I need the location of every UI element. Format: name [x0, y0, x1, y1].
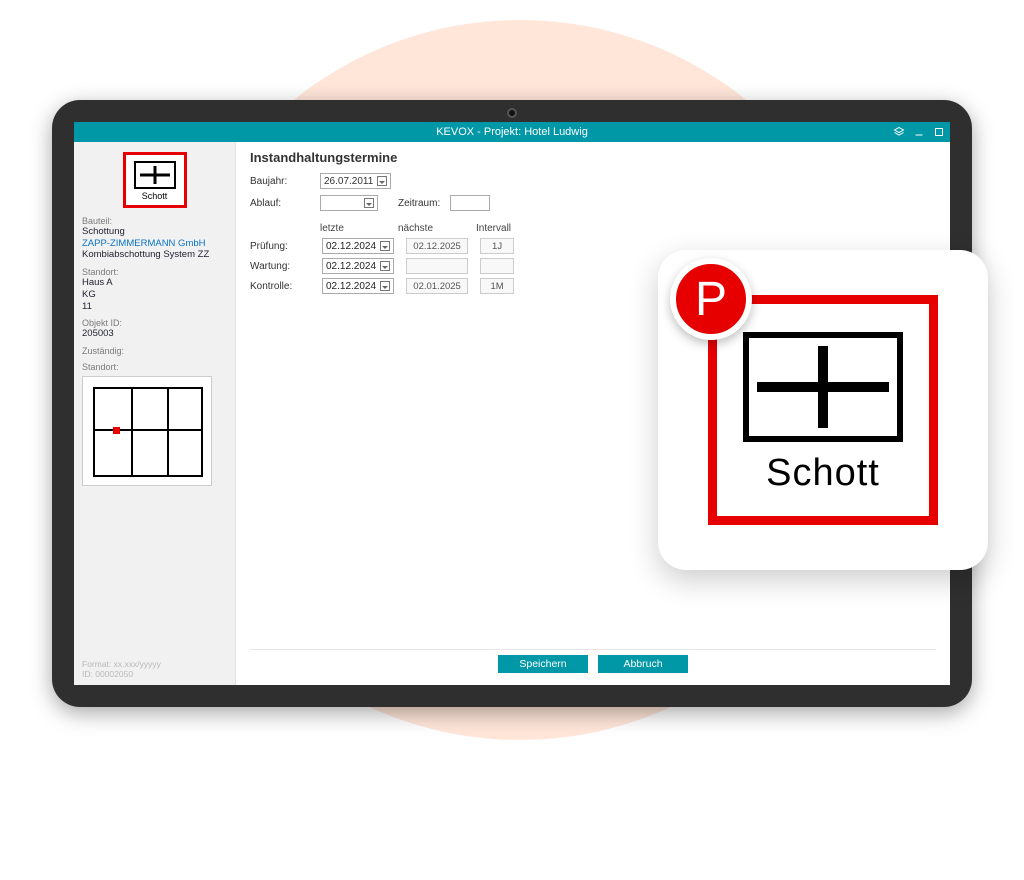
sidebar: Schott Bauteil: Schottung ZAPP-ZIMMERMAN… [74, 142, 236, 685]
format-hint: Format: xx.xxx/yyyyy [82, 659, 227, 669]
kontrolle-label: Kontrolle: [250, 281, 310, 292]
maximize-icon[interactable] [932, 125, 946, 139]
wartung-label: Wartung: [250, 261, 310, 272]
component-symbol: Schott [123, 152, 187, 208]
calendar-icon[interactable] [364, 198, 374, 208]
kontrolle-naechste: 02.01.2025 [406, 278, 468, 294]
zustaendig-block: Zuständig: [82, 346, 227, 356]
pruefung-label: Prüfung: [250, 241, 310, 252]
page-heading: Instandhaltungstermine [250, 150, 936, 165]
schedule-headers: letzte nächste Intervall [320, 223, 936, 234]
calendar-icon[interactable] [380, 281, 390, 291]
baujahr-label: Baujahr: [250, 176, 310, 187]
wartung-letzte-value: 02.12.2024 [326, 261, 376, 272]
status-badge-letter: P [695, 272, 727, 327]
layers-icon[interactable] [892, 125, 906, 139]
kontrolle-letzte-value: 02.12.2024 [326, 281, 376, 292]
footer-buttons: Speichern Abbruch [250, 649, 936, 677]
floorplan-marker-icon [113, 427, 120, 434]
pruefung-letzte-value: 02.12.2024 [326, 241, 376, 252]
kontrolle-intervall[interactable]: 1M [480, 278, 514, 294]
component-symbol-label: Schott [142, 191, 168, 201]
schott-symbol-large: Schott [708, 295, 938, 525]
kontrolle-letzte-input[interactable]: 02.12.2024 [322, 278, 394, 294]
zeitraum-label: Zeitraum: [398, 198, 440, 209]
bauteil-label: Bauteil: [82, 216, 227, 226]
ablauf-row: Ablauf: Zeitraum: [250, 195, 936, 211]
standort2-label: Standort: [82, 362, 227, 372]
zeitraum-input[interactable] [450, 195, 490, 211]
minimize-icon[interactable] [912, 125, 926, 139]
bauteil-line3: Kombiabschottung System ZZ [82, 249, 227, 261]
col-intervall: Intervall [476, 223, 516, 234]
camera-dot [507, 108, 517, 118]
calendar-icon[interactable] [380, 261, 390, 271]
pruefung-letzte-input[interactable]: 02.12.2024 [322, 238, 394, 254]
ablauf-label: Ablauf: [250, 198, 310, 209]
calendar-icon[interactable] [377, 176, 387, 186]
schott-icon [134, 161, 176, 189]
status-badge: P [670, 258, 752, 340]
calendar-icon[interactable] [380, 241, 390, 251]
bauteil-block: Bauteil: Schottung ZAPP-ZIMMERMANN GmbH … [82, 216, 227, 261]
window-controls [892, 122, 946, 142]
objektid-label: Objekt ID: [82, 318, 227, 328]
bauteil-line1: Schottung [82, 226, 227, 238]
ablauf-input[interactable] [320, 195, 378, 211]
zustaendig-label: Zuständig: [82, 346, 227, 356]
baujahr-row: Baujahr: 26.07.2011 [250, 173, 936, 189]
standort-line2: KG [82, 289, 227, 301]
save-button[interactable]: Speichern [498, 655, 588, 673]
baujahr-value: 26.07.2011 [324, 176, 373, 187]
wartung-naechste [406, 258, 468, 274]
id-hint: ID: 00002050 [82, 669, 227, 679]
floorplan-thumbnail[interactable] [82, 376, 212, 486]
pruefung-naechste: 02.12.2025 [406, 238, 468, 254]
pruefung-intervall[interactable]: 1J [480, 238, 514, 254]
standort-map-block: Standort: [82, 362, 227, 486]
standort-line3: 11 [82, 301, 227, 313]
titlebar: KEVOX - Projekt: Hotel Ludwig [74, 122, 950, 142]
wartung-letzte-input[interactable]: 02.12.2024 [322, 258, 394, 274]
standort-block: Standort: Haus A KG 11 [82, 267, 227, 313]
bauteil-manufacturer-link[interactable]: ZAPP-ZIMMERMANN GmbH [82, 238, 227, 249]
standort-label: Standort: [82, 267, 227, 277]
schott-icon [743, 332, 903, 442]
standort-line1: Haus A [82, 277, 227, 289]
baujahr-input[interactable]: 26.07.2011 [320, 173, 391, 189]
cancel-button[interactable]: Abbruch [598, 655, 688, 673]
col-letzte: letzte [320, 223, 386, 234]
wartung-intervall[interactable] [480, 258, 514, 274]
objektid-block: Objekt ID: 205003 [82, 318, 227, 340]
window-title: KEVOX - Projekt: Hotel Ludwig [436, 126, 588, 138]
col-naechste: nächste [398, 223, 464, 234]
objektid-value: 205003 [82, 328, 227, 340]
schott-label-large: Schott [766, 452, 880, 495]
